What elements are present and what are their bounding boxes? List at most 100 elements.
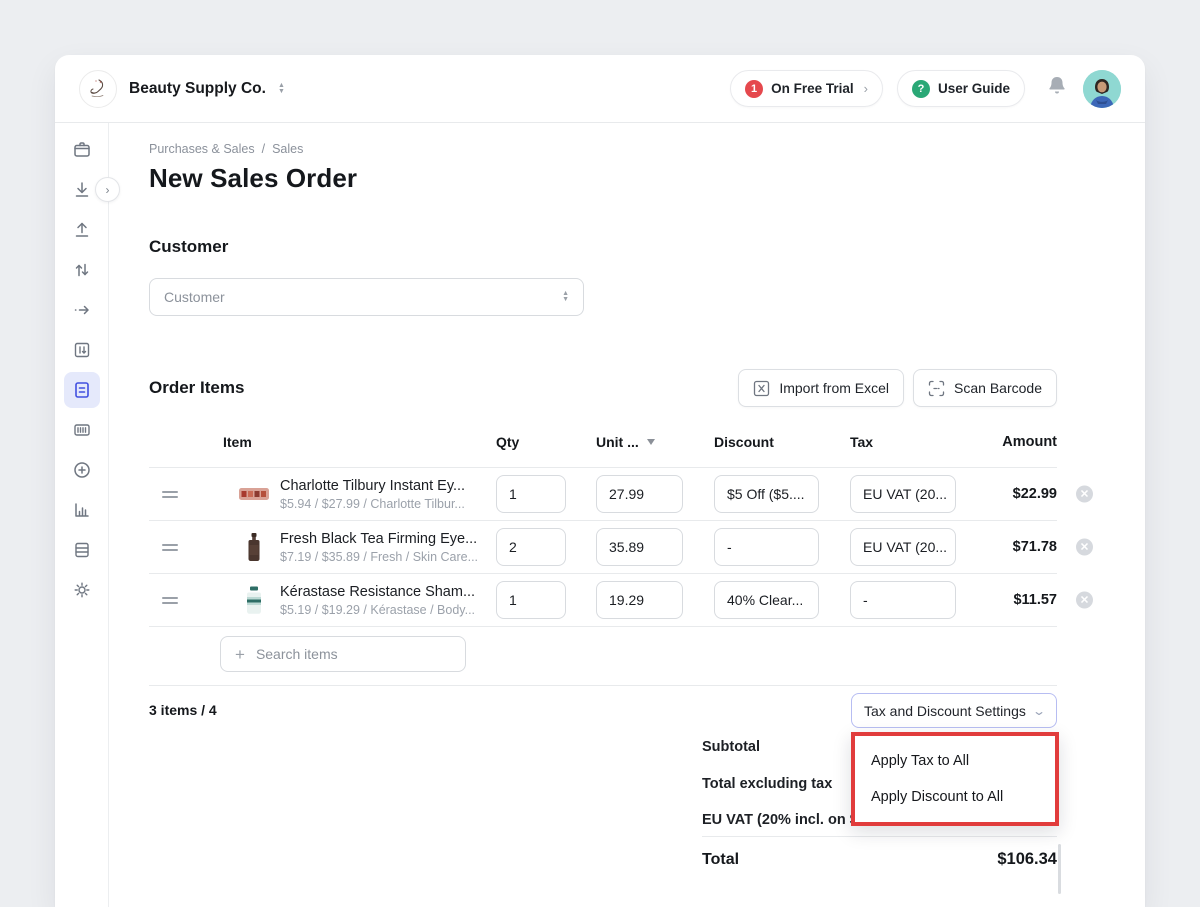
sidebar-item-packages[interactable]: [62, 130, 102, 170]
item-thumbnail-shampoo-bottle: [237, 583, 271, 617]
discount-select[interactable]: -: [714, 528, 819, 566]
summary-section: 3 items / 4 Tax and Discount Settings ⌄ …: [149, 686, 1057, 901]
subtotal-label: Subtotal: [702, 739, 760, 755]
column-unit-label: Unit ...: [596, 434, 639, 450]
discount-select[interactable]: 40% Clear...: [714, 581, 819, 619]
unit-price-input[interactable]: [596, 528, 683, 566]
scrollbar-thumb[interactable]: [1058, 844, 1061, 894]
sidebar-item-reports[interactable]: [62, 490, 102, 530]
amount-value: $71.78: [956, 539, 1057, 555]
sidebar-item-adjust-stock[interactable]: [62, 250, 102, 290]
user-avatar[interactable]: [1083, 70, 1121, 108]
tax-select[interactable]: -: [850, 581, 956, 619]
customer-heading: Customer: [149, 237, 1057, 257]
order-items-table-header: Item Qty Unit ... Discount Tax Amount: [149, 434, 1057, 468]
trial-label: On Free Trial: [771, 81, 854, 96]
notifications-bell-icon[interactable]: [1045, 74, 1069, 103]
items-count: 3 items / 4: [149, 702, 217, 718]
customer-select-placeholder: Customer: [164, 289, 225, 305]
column-unit[interactable]: Unit ...: [596, 434, 683, 450]
order-item-row: Kérastase Resistance Sham... $5.19 / $19…: [149, 574, 1057, 627]
tax-select[interactable]: EU VAT (20...: [850, 475, 956, 513]
sidebar-item-barcodes[interactable]: [62, 410, 102, 450]
unit-price-input[interactable]: [596, 475, 683, 513]
column-qty: Qty: [496, 434, 566, 450]
sidebar-item-settings[interactable]: [62, 570, 102, 610]
qty-input[interactable]: [496, 581, 566, 619]
company-logo[interactable]: [79, 70, 117, 108]
logo-sketch-icon: [85, 76, 111, 102]
user-guide-label: User Guide: [938, 81, 1010, 96]
main-content: Purchases & Sales / Sales New Sales Orde…: [109, 123, 1145, 907]
sidebar-item-sales-orders[interactable]: [64, 372, 100, 408]
scan-barcode-button[interactable]: Scan Barcode: [913, 369, 1057, 407]
unit-price-input[interactable]: [596, 581, 683, 619]
user-guide-button[interactable]: ? User Guide: [897, 70, 1025, 107]
order-item-row: Fresh Black Tea Firming Eye... $7.19 / $…: [149, 521, 1057, 574]
trial-badge-icon: 1: [745, 80, 763, 98]
scan-barcode-label: Scan Barcode: [954, 380, 1042, 396]
amount-value: $22.99: [956, 486, 1057, 502]
import-from-excel-button[interactable]: Import from Excel: [738, 369, 904, 407]
search-items-button[interactable]: + Search items: [220, 636, 466, 672]
sidebar-item-move-stock[interactable]: [62, 290, 102, 330]
breadcrumb: Purchases & Sales / Sales: [149, 142, 1057, 156]
remove-item-icon[interactable]: ✕: [1076, 486, 1093, 503]
item-details: $7.19 / $35.89 / Fresh / Skin Care...: [280, 550, 478, 564]
sidebar: [55, 123, 109, 907]
total-row: Total $106.34: [702, 836, 1057, 869]
sidebar-expand-button[interactable]: ›: [95, 177, 120, 202]
eu-vat-label: EU VAT (20% incl. on $: [702, 812, 858, 828]
column-discount: Discount: [714, 434, 819, 450]
column-item: Item: [149, 434, 496, 450]
item-thumbnail-eyeshadow-palette: [237, 477, 271, 511]
item-name[interactable]: Kérastase Resistance Sham...: [280, 584, 475, 600]
scan-icon: [928, 380, 945, 397]
company-switcher-icon[interactable]: ▲▼: [278, 83, 285, 95]
page-title: New Sales Order: [149, 163, 1057, 194]
total-excluding-tax-label: Total excluding tax: [702, 776, 832, 792]
menu-item-apply-discount-to-all[interactable]: Apply Discount to All: [855, 779, 1055, 815]
breadcrumb-purchases-sales[interactable]: Purchases & Sales: [149, 142, 255, 156]
on-free-trial-button[interactable]: 1 On Free Trial ›: [730, 70, 883, 107]
column-amount: Amount: [956, 434, 1057, 450]
drag-handle-icon[interactable]: [149, 488, 189, 501]
remove-item-icon[interactable]: ✕: [1076, 539, 1093, 556]
total-value: $106.34: [997, 850, 1057, 869]
qty-input[interactable]: [496, 475, 566, 513]
remove-item-icon[interactable]: ✕: [1076, 592, 1093, 609]
import-from-excel-label: Import from Excel: [779, 380, 889, 396]
discount-select[interactable]: $5 Off ($5....: [714, 475, 819, 513]
sidebar-item-add[interactable]: [62, 450, 102, 490]
chevron-down-icon: ⌄: [1032, 704, 1046, 718]
drag-handle-icon[interactable]: [149, 541, 189, 554]
customer-select[interactable]: Customer ▲▼: [149, 278, 584, 316]
search-items-placeholder: Search items: [256, 646, 338, 662]
item-name[interactable]: Charlotte Tilbury Instant Ey...: [280, 478, 465, 494]
item-details: $5.94 / $27.99 / Charlotte Tilbur...: [280, 497, 465, 511]
tax-discount-settings-label: Tax and Discount Settings: [864, 703, 1026, 719]
order-items-heading: Order Items: [149, 378, 244, 398]
plus-icon: +: [235, 646, 245, 663]
company-name: Beauty Supply Co.: [129, 80, 266, 98]
sidebar-item-stock-out[interactable]: [62, 210, 102, 250]
top-bar: Beauty Supply Co. ▲▼ 1 On Free Trial › ?…: [55, 55, 1145, 123]
sidebar-item-pick-list[interactable]: [62, 330, 102, 370]
item-details: $5.19 / $19.29 / Kérastase / Body...: [280, 603, 475, 617]
tax-discount-settings-menu: Apply Tax to All Apply Discount to All: [851, 732, 1059, 826]
item-name[interactable]: Fresh Black Tea Firming Eye...: [280, 531, 478, 547]
breadcrumb-sales[interactable]: Sales: [272, 142, 303, 156]
qty-input[interactable]: [496, 528, 566, 566]
select-stepper-icon: ▲▼: [562, 291, 569, 303]
breadcrumb-separator: /: [262, 142, 265, 156]
column-tax: Tax: [850, 434, 956, 450]
sort-triangle-icon: [647, 439, 655, 445]
drag-handle-icon[interactable]: [149, 594, 189, 607]
app-window: Beauty Supply Co. ▲▼ 1 On Free Trial › ?…: [55, 55, 1145, 907]
tax-discount-settings-button[interactable]: Tax and Discount Settings ⌄: [851, 693, 1057, 728]
tax-select[interactable]: EU VAT (20...: [850, 528, 956, 566]
total-label: Total: [702, 851, 739, 869]
chevron-right-icon: ›: [864, 81, 868, 96]
sidebar-item-data[interactable]: [62, 530, 102, 570]
menu-item-apply-tax-to-all[interactable]: Apply Tax to All: [855, 743, 1055, 779]
